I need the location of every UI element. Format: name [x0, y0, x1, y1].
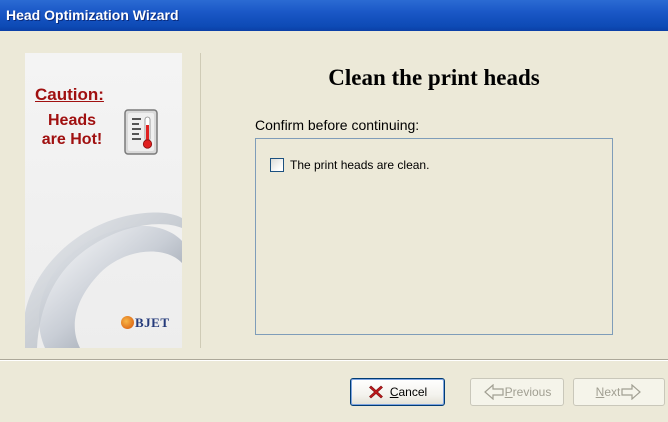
confirm-group-box: The print heads are clean.	[255, 138, 613, 335]
footer-separator	[0, 359, 668, 361]
caution-text: Heads are Hot!	[37, 111, 107, 149]
clean-heads-checkbox[interactable]	[270, 158, 284, 172]
caution-line-2: are Hot!	[41, 131, 103, 148]
next-label: ext	[604, 385, 621, 399]
clean-heads-checkbox-label[interactable]: The print heads are clean.	[290, 158, 429, 172]
previous-label: revious	[512, 385, 552, 399]
main-panel: Clean the print heads Confirm before con…	[200, 53, 667, 348]
caution-side-panel: Caution: Heads are Hot! BJET	[25, 53, 182, 348]
title-bar[interactable]: Head Optimization Wizard	[0, 0, 668, 31]
next-button[interactable]: Next	[573, 378, 665, 406]
cancel-label: ancel	[398, 385, 428, 399]
arrow-right-icon	[621, 384, 642, 400]
next-mnemonic: N	[595, 385, 605, 399]
wizard-window: Head Optimization Wizard Caution: Heads …	[0, 0, 668, 422]
window-title: Head Optimization Wizard	[6, 7, 179, 23]
previous-mnemonic: P	[504, 385, 513, 399]
confirm-label: Confirm before continuing:	[255, 117, 420, 133]
logo-mark-icon	[121, 316, 134, 329]
caution-title: Caution:	[35, 85, 104, 104]
logo-text: BJET	[135, 315, 170, 330]
previous-button[interactable]: Previous	[470, 378, 564, 406]
objet-logo: BJET	[121, 315, 170, 331]
clean-heads-checkbox-row[interactable]: The print heads are clean.	[270, 158, 429, 172]
caution-line-1: Heads	[47, 112, 97, 129]
cancel-button[interactable]: Cancel	[350, 378, 445, 406]
arrow-left-icon	[483, 384, 504, 400]
thermometer-icon	[124, 109, 158, 155]
cancel-mnemonic: C	[389, 385, 399, 399]
page-title: Clean the print heads	[328, 65, 540, 90]
red-x-icon	[368, 385, 383, 399]
